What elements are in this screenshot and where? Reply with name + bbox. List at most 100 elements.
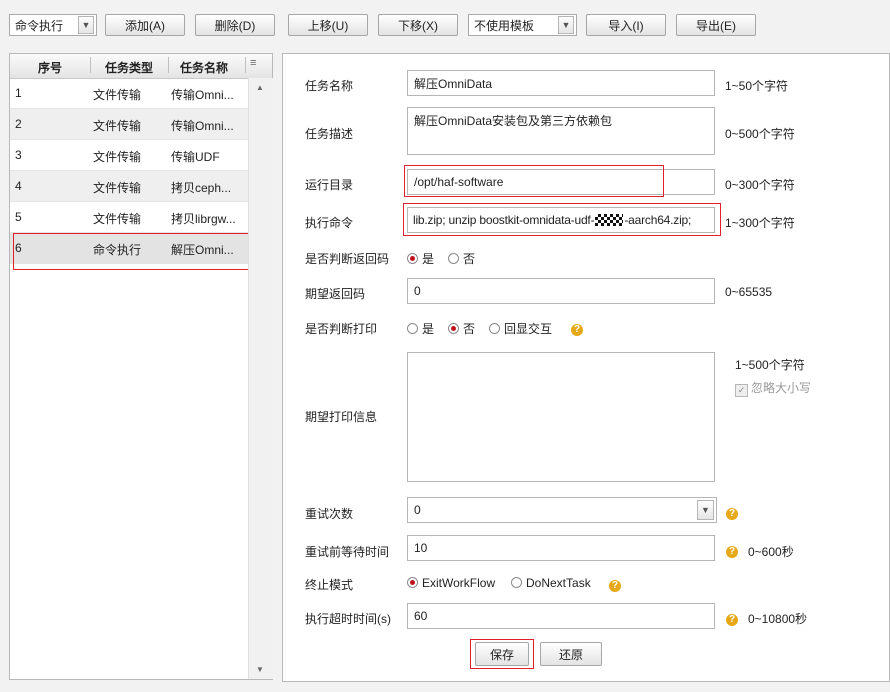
help-icon[interactable]: ?: [726, 504, 738, 520]
check-print-interactive[interactable]: 回显交互: [489, 320, 552, 337]
command-label: 执行命令: [305, 216, 354, 230]
expected-return-input[interactable]: 0: [407, 278, 715, 304]
header-divider: [168, 57, 169, 73]
add-button[interactable]: 添加(A): [105, 14, 185, 36]
row-name: 拷贝librgw...: [171, 212, 236, 226]
row-type: 文件传输: [93, 119, 142, 133]
radio-selected-icon[interactable]: [448, 323, 459, 334]
header-type: 任务类型: [105, 61, 154, 75]
expected-print-textarea[interactable]: [407, 352, 715, 482]
retry-wait-input[interactable]: 10: [407, 535, 715, 561]
scroll-down-icon[interactable]: ▼: [256, 665, 264, 674]
task-name-hint: 1~50个字符: [725, 79, 789, 93]
row-no: 3: [15, 148, 22, 162]
run-dir-highlight: [404, 165, 664, 197]
task-list-header: 序号 任务类型 任务名称 ≡: [10, 54, 272, 79]
stop-mode-label: 终止模式: [305, 578, 354, 592]
row-name: 传输UDF: [171, 150, 220, 164]
run-dir-hint: 0~300个字符: [725, 178, 795, 192]
row-type: 文件传输: [93, 212, 142, 226]
check-print-yes[interactable]: 是: [407, 320, 434, 337]
chevron-down-icon[interactable]: ▼: [558, 16, 574, 34]
check-print-no[interactable]: 否: [448, 320, 475, 337]
task-row-4[interactable]: 4 文件传输 拷贝ceph...: [10, 171, 248, 202]
expected-print-hint: 1~500个字符: [735, 358, 805, 372]
option-label: 是: [422, 252, 435, 266]
task-name-input[interactable]: 解压OmniData: [407, 70, 715, 96]
timeout-label: 执行超时时间(s): [305, 612, 391, 626]
radio-icon[interactable]: [489, 323, 500, 334]
task-name-label: 任务名称: [305, 79, 354, 93]
retry-wait-label: 重试前等待时间: [305, 545, 390, 559]
row-no: 4: [15, 179, 22, 193]
selected-row-highlight: [13, 233, 253, 270]
timeout-hint: 0~10800秒: [748, 612, 808, 626]
row-no: 1: [15, 86, 22, 100]
task-row-3[interactable]: 3 文件传输 传输UDF: [10, 140, 248, 171]
task-row-1[interactable]: 1 文件传输 传输Omni...: [10, 78, 248, 109]
row-name: 传输Omni...: [171, 119, 234, 133]
chevron-down-icon[interactable]: ▼: [78, 16, 94, 34]
help-icon[interactable]: ?: [726, 542, 738, 558]
task-row-5[interactable]: 5 文件传输 拷贝librgw...: [10, 202, 248, 233]
expected-return-label: 期望返回码: [305, 287, 366, 301]
reset-button[interactable]: 还原: [540, 642, 602, 666]
help-icon[interactable]: ?: [571, 320, 583, 336]
ignore-case-label: 忽略大小写: [751, 381, 812, 395]
import-button[interactable]: 导入(I): [586, 14, 666, 36]
option-label: DoNextTask: [526, 576, 591, 590]
scroll-up-icon[interactable]: ▲: [256, 83, 264, 92]
command-highlight: [403, 203, 721, 236]
row-type: 文件传输: [93, 181, 142, 195]
column-menu-icon[interactable]: ≡: [250, 57, 256, 69]
row-no: 5: [15, 210, 22, 224]
expected-print-label: 期望打印信息: [305, 410, 378, 424]
check-return-label: 是否判断返回码: [305, 252, 390, 266]
stop-mode-next[interactable]: DoNextTask: [511, 576, 591, 590]
task-desc-label: 任务描述: [305, 127, 354, 141]
row-name: 拷贝ceph...: [171, 181, 232, 195]
stop-mode-exit[interactable]: ExitWorkFlow: [407, 576, 495, 590]
header-no: 序号: [38, 61, 63, 75]
option-label: 是: [422, 322, 435, 336]
check-print-label: 是否判断打印: [305, 322, 378, 336]
radio-selected-icon[interactable]: [407, 253, 418, 264]
task-form-panel: 任务名称 解压OmniData 1~50个字符 任务描述 解压OmniData安…: [282, 53, 890, 682]
header-divider: [245, 57, 246, 73]
check-return-yes[interactable]: 是: [407, 250, 434, 267]
radio-icon[interactable]: [407, 323, 418, 334]
option-label: ExitWorkFlow: [422, 576, 496, 590]
run-dir-label: 运行目录: [305, 178, 354, 192]
export-button[interactable]: 导出(E): [676, 14, 756, 36]
checkbox-checked-icon[interactable]: ✓: [735, 384, 748, 397]
save-button[interactable]: 保存: [475, 642, 529, 666]
check-return-no[interactable]: 否: [448, 250, 475, 267]
header-divider: [90, 57, 91, 73]
move-up-button[interactable]: 上移(U): [288, 14, 368, 36]
row-name: 传输Omni...: [171, 88, 234, 102]
help-icon[interactable]: ?: [726, 610, 738, 626]
task-row-2[interactable]: 2 文件传输 传输Omni...: [10, 109, 248, 140]
move-down-button[interactable]: 下移(X): [378, 14, 458, 36]
expected-return-hint: 0~65535: [725, 285, 773, 299]
command-hint: 1~300个字符: [725, 216, 795, 230]
task-desc-textarea[interactable]: 解压OmniData安装包及第三方依赖包: [407, 107, 715, 155]
task-desc-hint: 0~500个字符: [725, 127, 795, 141]
ignore-case-checkbox[interactable]: ✓ 忽略大小写: [735, 379, 811, 397]
retry-count-value: 0: [414, 503, 421, 517]
template-select[interactable]: 不使用模板 ▼: [468, 14, 577, 36]
timeout-input[interactable]: 60: [407, 603, 715, 629]
help-icon[interactable]: ?: [609, 576, 621, 592]
radio-icon[interactable]: [448, 253, 459, 264]
task-type-select[interactable]: 命令执行 ▼: [9, 14, 97, 36]
task-list-scrollbar[interactable]: ▲ ▼: [248, 78, 273, 679]
radio-icon[interactable]: [511, 577, 522, 588]
template-select-value: 不使用模板: [474, 18, 535, 33]
chevron-down-icon[interactable]: ▼: [697, 500, 714, 520]
option-label: 回显交互: [504, 322, 553, 336]
option-label: 否: [463, 322, 476, 336]
retry-count-select[interactable]: 0 ▼: [407, 497, 717, 523]
radio-selected-icon[interactable]: [407, 577, 418, 588]
delete-button[interactable]: 删除(D): [195, 14, 275, 36]
row-type: 文件传输: [93, 150, 142, 164]
